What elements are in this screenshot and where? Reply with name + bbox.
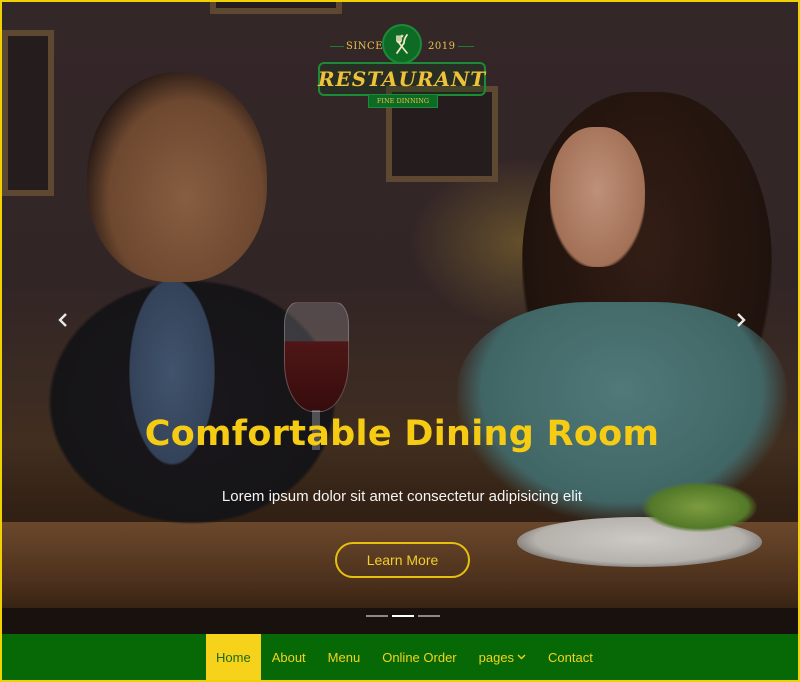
carousel-next-button[interactable] — [729, 308, 753, 332]
nav-item-pages[interactable]: pages — [468, 634, 537, 680]
logo-line-right — [458, 46, 474, 47]
logo-year-label: 2019 — [428, 41, 456, 52]
chevron-right-icon — [737, 313, 746, 327]
page-frame: SINCE 2019 RESTAURANT FINE DINNING Comfo… — [0, 0, 800, 682]
hero-subline: Lorem ipsum dolor sit amet consectetur a… — [221, 488, 583, 505]
site-logo[interactable]: SINCE 2019 RESTAURANT FINE DINNING — [316, 24, 488, 108]
nav-item-about[interactable]: About — [261, 634, 317, 680]
main-navbar: Home About Menu Online Order pages Conta… — [2, 634, 798, 680]
carousel-indicators — [366, 615, 440, 619]
nav-item-contact[interactable]: Contact — [537, 634, 604, 680]
carousel-indicator-1[interactable] — [366, 615, 388, 617]
logo-plaque: RESTAURANT — [318, 62, 486, 96]
nav-menu: Home About Menu Online Order pages Conta… — [206, 634, 604, 680]
learn-more-button[interactable]: Learn More — [335, 542, 470, 578]
nav-item-menu[interactable]: Menu — [317, 634, 372, 680]
carousel-indicator-3[interactable] — [418, 615, 440, 617]
carousel-indicator-2[interactable] — [392, 615, 414, 617]
chevron-left-icon — [58, 313, 67, 327]
nav-item-online-order[interactable]: Online Order — [371, 634, 467, 680]
nav-item-home[interactable]: Home — [206, 634, 261, 680]
nav-item-pages-label: pages — [478, 649, 515, 665]
hero-headline: Comfortable Dining Room — [144, 414, 660, 454]
logo-line-left — [330, 46, 344, 47]
logo-tagline-text: FINE DINNING — [376, 97, 430, 105]
logo-tagline: FINE DINNING — [368, 94, 438, 108]
chevron-down-icon — [517, 654, 526, 660]
carousel-prev-button[interactable] — [51, 308, 75, 332]
logo-name: RESTAURANT — [317, 67, 487, 91]
logo-since-label: SINCE — [346, 41, 384, 52]
fork-knife-icon — [382, 24, 422, 64]
